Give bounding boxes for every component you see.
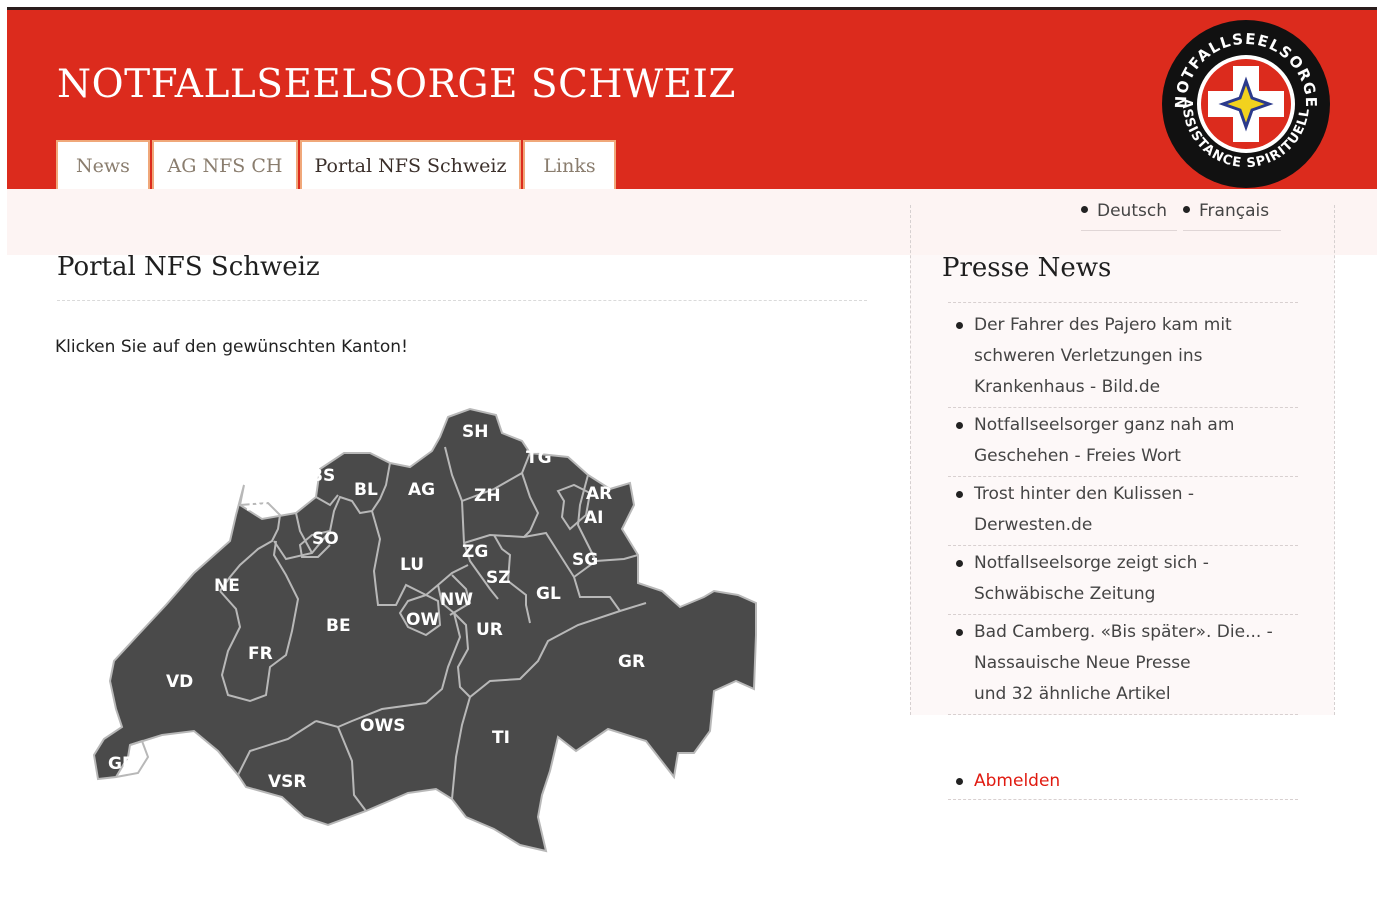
news-item: Bad Camberg. «Bis später». Die... - Nass… [948, 615, 1298, 715]
tab-ag-nfs-ch[interactable]: AG NFS CH [152, 140, 298, 189]
news-link[interactable]: Trost hinter den Kulissen - Derwesten.de [974, 484, 1194, 535]
bullet-icon [956, 778, 963, 785]
switzerland-canton-map: SH TG BS BL AG ZH JU AR AI SO ZG LU SZ S… [92, 407, 757, 853]
news-link[interactable]: Bad Camberg. «Bis später». Die... - Nass… [974, 622, 1273, 673]
canton-ar[interactable]: AR [586, 484, 612, 504]
canton-sh[interactable]: SH [462, 422, 488, 442]
news-item: Notfallseelsorger ganz nah am Geschehen … [948, 408, 1298, 477]
sidebar-title-divider [948, 302, 1298, 303]
canton-bl[interactable]: BL [354, 480, 378, 500]
sidebar-divider-right [1334, 205, 1335, 715]
bullet-icon [956, 422, 963, 429]
canton-nw[interactable]: NW [440, 590, 473, 610]
bullet-icon [1183, 205, 1190, 213]
news-link[interactable]: Notfallseelsorge zeigt sich - Schwäbisch… [974, 553, 1209, 604]
map-outline [92, 407, 757, 853]
canton-sz[interactable]: SZ [486, 568, 511, 588]
canton-fr[interactable]: FR [248, 644, 273, 664]
bullet-icon [956, 322, 963, 329]
intro-text: Klicken Sie auf den gewünschten Kanton! [55, 337, 408, 357]
canton-zg[interactable]: ZG [462, 542, 488, 562]
canton-ge[interactable]: GE [108, 754, 134, 774]
press-news-list: Der Fahrer des Pajero kam mit schweren V… [948, 308, 1298, 715]
bullet-icon [956, 491, 963, 498]
canton-ne[interactable]: NE [214, 576, 240, 596]
tab-portal-nfs-schweiz[interactable]: Portal NFS Schweiz [300, 140, 521, 189]
bullet-icon [956, 629, 963, 636]
bullet-icon [956, 560, 963, 567]
canton-gl[interactable]: GL [536, 584, 561, 604]
canton-vd[interactable]: VD [166, 672, 193, 692]
canton-ai[interactable]: AI [584, 508, 603, 528]
sidebar-title: Presse News [942, 253, 1112, 283]
canton-ur[interactable]: UR [476, 620, 503, 640]
bullet-icon [1081, 205, 1088, 213]
lang-francais-label: Français [1199, 201, 1270, 221]
page-title: Portal NFS Schweiz [57, 252, 320, 282]
tab-links[interactable]: Links [523, 140, 616, 189]
canton-zh[interactable]: ZH [474, 486, 501, 506]
lang-francais[interactable]: Français [1183, 196, 1281, 231]
canton-ow[interactable]: OW [406, 610, 439, 630]
canton-tg[interactable]: TG [526, 448, 552, 468]
canton-ag[interactable]: AG [408, 480, 435, 500]
canton-be[interactable]: BE [326, 616, 351, 636]
canton-vsr[interactable]: VSR [268, 772, 307, 792]
news-item: Trost hinter den Kulissen - Derwesten.de [948, 477, 1298, 546]
logout-label: Abmelden [974, 771, 1061, 791]
canton-ows[interactable]: OWS [360, 716, 405, 736]
canton-sg[interactable]: SG [572, 550, 598, 570]
canton-ti[interactable]: TI [492, 728, 510, 748]
site-title: NOTFALLSEELSORGE SCHWEIZ [57, 62, 736, 107]
logout-link[interactable]: Abmelden [948, 766, 1298, 800]
news-link[interactable]: Der Fahrer des Pajero kam mit schweren V… [974, 315, 1232, 397]
canton-ju[interactable]: JU [247, 492, 268, 512]
canton-gr[interactable]: GR [618, 652, 645, 672]
canton-so[interactable]: SO [312, 529, 339, 549]
news-item: Notfallseelsorge zeigt sich - Schwäbisch… [948, 546, 1298, 615]
canton-lu[interactable]: LU [400, 555, 424, 575]
news-link[interactable]: Notfallseelsorger ganz nah am Geschehen … [974, 415, 1234, 466]
nfs-logo: NOTFALLSEELSORGE ASSISTANCE SPIRITUELLE [1161, 19, 1330, 188]
news-item: Der Fahrer des Pajero kam mit schweren V… [948, 308, 1298, 408]
similar-articles-link[interactable]: und 32 ähnliche Artikel [974, 679, 1298, 710]
sidebar-divider-left [910, 205, 911, 715]
tab-news[interactable]: News [56, 140, 150, 189]
lang-deutsch[interactable]: Deutsch [1081, 196, 1177, 231]
canton-bs[interactable]: BS [310, 466, 335, 486]
lang-deutsch-label: Deutsch [1097, 201, 1167, 221]
title-divider [57, 300, 867, 301]
